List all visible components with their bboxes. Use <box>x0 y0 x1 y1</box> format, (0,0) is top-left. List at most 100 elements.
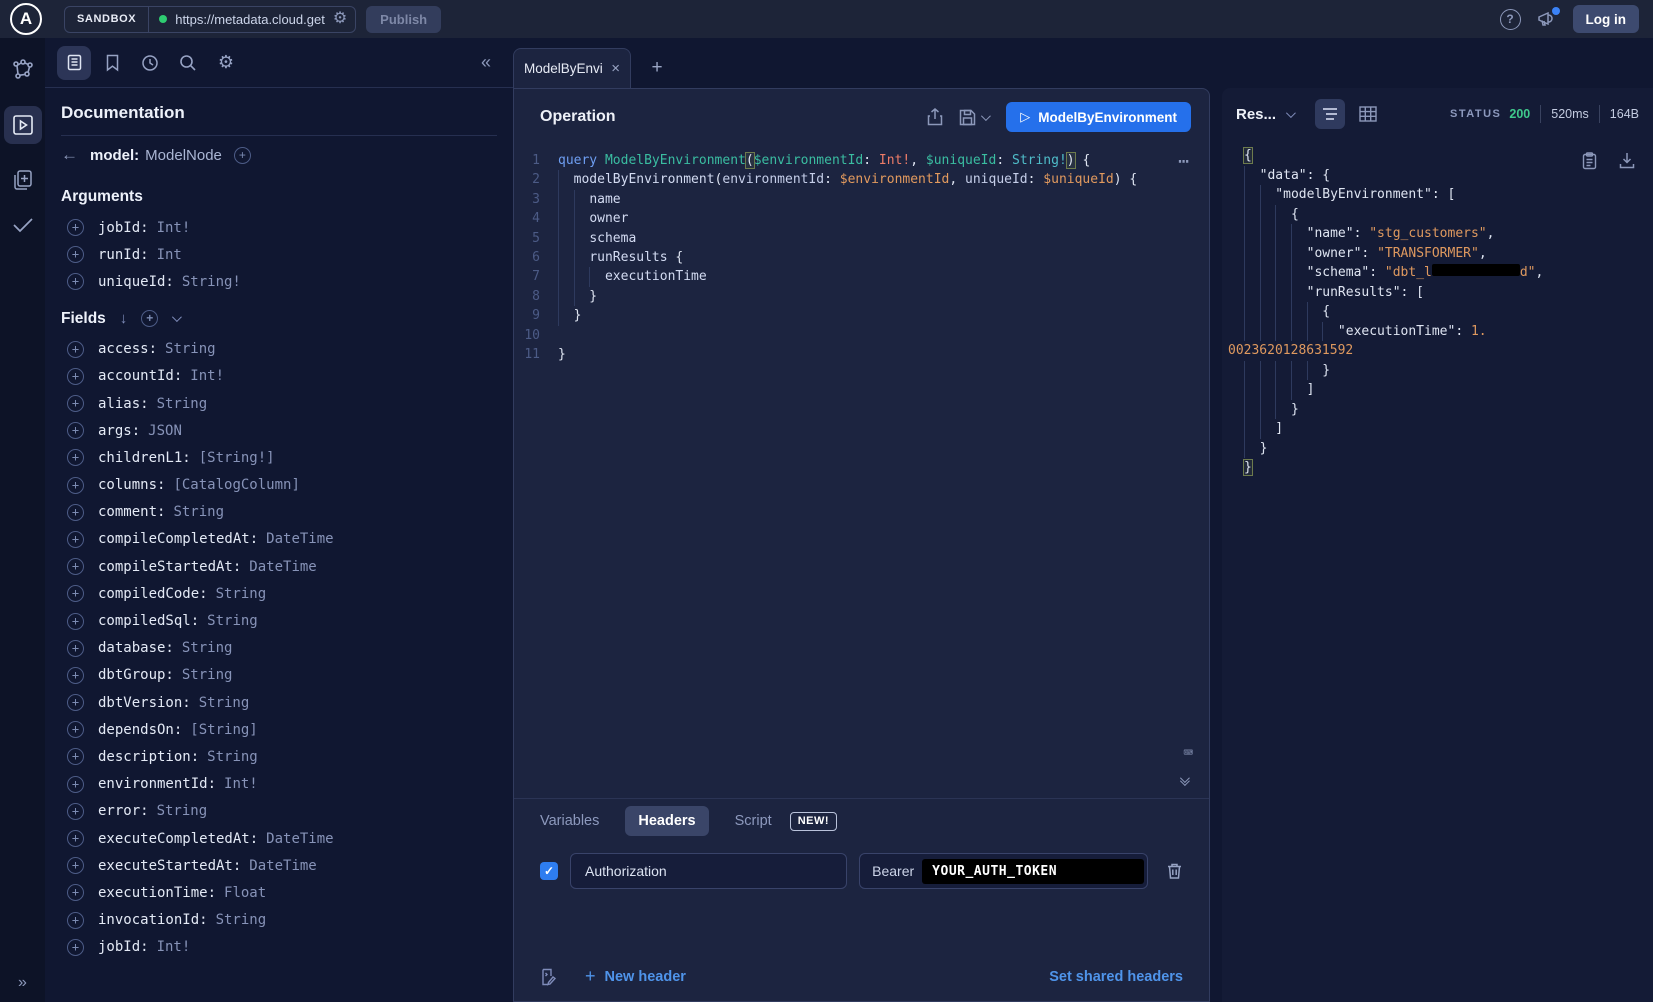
model-type-link[interactable]: ModelNode <box>145 147 222 164</box>
field-type[interactable]: JSON <box>148 423 182 439</box>
code-line[interactable]: 2 modelByEnvironment(environmentId: $env… <box>514 170 1209 189</box>
collapse-bottom-panel-icon[interactable] <box>1180 780 1187 786</box>
code-line[interactable]: 1query ModelByEnvironment($environmentId… <box>514 151 1209 170</box>
field-row[interactable]: +database:String <box>61 635 513 662</box>
announcements-megaphone-icon[interactable] <box>1537 10 1557 28</box>
field-type[interactable]: String <box>157 396 208 412</box>
add-field-icon[interactable]: + <box>67 939 84 956</box>
checklist-icon[interactable] <box>11 216 35 234</box>
code-line[interactable]: 5 schema <box>514 229 1209 248</box>
add-field-icon[interactable]: + <box>67 504 84 521</box>
raw-view-icon-selected[interactable] <box>1315 99 1345 129</box>
add-field-icon[interactable]: + <box>67 449 84 466</box>
header-key-input[interactable]: Authorization <box>570 853 847 889</box>
add-field-icon[interactable]: + <box>67 368 84 385</box>
delete-header-icon[interactable] <box>1166 862 1183 880</box>
keyboard-shortcuts-icon[interactable]: ⌨ <box>1183 743 1193 762</box>
explorer-tab-selected[interactable] <box>4 106 42 144</box>
field-row[interactable]: +error:String <box>61 798 513 825</box>
add-field-icon[interactable]: + <box>67 803 84 820</box>
code-line[interactable]: 4 owner <box>514 209 1209 228</box>
tab-script[interactable]: Script <box>735 813 772 829</box>
code-line[interactable]: 9 } <box>514 306 1209 325</box>
field-row[interactable]: +executionTime:Float <box>61 879 513 906</box>
response-dropdown-chevron-icon[interactable] <box>1286 111 1293 118</box>
add-field-icon[interactable]: + <box>67 422 84 439</box>
add-field-icon[interactable]: + <box>67 884 84 901</box>
add-field-icon[interactable]: + <box>67 531 84 548</box>
field-row[interactable]: +compileCompletedAt:DateTime <box>61 526 513 553</box>
field-row[interactable]: +childrenL1:[String!] <box>61 444 513 471</box>
add-field-icon[interactable]: + <box>67 748 84 765</box>
field-type[interactable]: Int <box>157 247 182 263</box>
sort-fields-icon[interactable]: ↓ <box>120 310 128 327</box>
field-row[interactable]: +compiledSql:String <box>61 607 513 634</box>
close-tab-icon[interactable]: × <box>611 60 620 77</box>
operation-tab[interactable]: ModelByEnvi... × <box>513 48 631 88</box>
field-row[interactable]: +alias:String <box>61 390 513 417</box>
add-field-icon[interactable]: + <box>67 477 84 494</box>
field-type[interactable]: String! <box>182 274 241 290</box>
endpoint-url-input[interactable]: https://metadata.cloud.get <box>175 12 325 27</box>
field-row[interactable]: +args:JSON <box>61 417 513 444</box>
add-field-icon[interactable]: + <box>67 585 84 602</box>
schema-graph-icon[interactable] <box>11 58 35 82</box>
bookmarks-icon[interactable] <box>95 46 129 80</box>
endpoint-settings-gear-icon[interactable]: ⚙ <box>333 11 347 27</box>
add-field-icon[interactable]: + <box>67 640 84 657</box>
field-row[interactable]: +executeStartedAt:DateTime <box>61 852 513 879</box>
documentation-tab-icon[interactable] <box>57 46 91 80</box>
field-type[interactable]: String <box>216 912 267 928</box>
field-type[interactable]: DateTime <box>249 858 316 874</box>
field-type[interactable]: String <box>173 504 224 520</box>
field-row[interactable]: +jobId:Int! <box>61 934 513 961</box>
add-field-icon[interactable]: + <box>67 912 84 929</box>
field-type[interactable]: String <box>182 667 233 683</box>
field-type[interactable]: DateTime <box>266 531 333 547</box>
add-model-icon[interactable]: + <box>234 147 251 164</box>
field-row[interactable]: +compiledCode:String <box>61 580 513 607</box>
field-type[interactable]: Int! <box>224 776 258 792</box>
add-field-icon[interactable]: + <box>67 246 84 263</box>
field-type[interactable]: Int! <box>190 368 224 384</box>
response-json-view[interactable]: { "data": { "modelByEnvironment": [ { "n… <box>1222 140 1653 1002</box>
field-row[interactable]: +columns:[CatalogColumn] <box>61 472 513 499</box>
save-options-chevron-icon[interactable] <box>981 111 991 121</box>
auth-token-value[interactable]: YOUR_AUTH_TOKEN <box>922 859 1144 884</box>
publish-button[interactable]: Publish <box>366 6 441 33</box>
help-icon[interactable]: ? <box>1500 9 1521 30</box>
field-row[interactable]: +jobId:Int! <box>61 214 513 241</box>
back-arrow-icon[interactable]: ← <box>61 145 78 165</box>
copy-response-icon[interactable] <box>1582 152 1597 170</box>
field-row[interactable]: +invocationId:String <box>61 907 513 934</box>
code-line[interactable]: 8 } <box>514 287 1209 306</box>
new-header-button[interactable]: + New header <box>585 966 686 987</box>
field-row[interactable]: +access:String <box>61 336 513 363</box>
settings-gear-icon[interactable]: ⚙ <box>209 46 243 80</box>
fields-options-chevron-icon[interactable] <box>172 315 179 322</box>
header-enabled-checkbox[interactable] <box>540 862 558 880</box>
add-field-icon[interactable]: + <box>67 694 84 711</box>
editor-overflow-menu-icon[interactable]: ⋯ <box>1178 151 1191 172</box>
history-icon[interactable] <box>133 46 167 80</box>
add-field-icon[interactable]: + <box>67 613 84 630</box>
expand-rail-icon[interactable]: » <box>0 974 45 992</box>
code-line[interactable]: 11} <box>514 345 1209 364</box>
field-type[interactable]: DateTime <box>249 559 316 575</box>
collapse-panel-icon[interactable]: « <box>481 52 491 73</box>
field-row[interactable]: +comment:String <box>61 499 513 526</box>
table-view-icon[interactable] <box>1353 99 1383 129</box>
download-response-icon[interactable] <box>1619 152 1635 170</box>
field-row[interactable]: +dbtVersion:String <box>61 689 513 716</box>
field-type[interactable]: DateTime <box>266 831 333 847</box>
field-type[interactable]: String <box>157 803 208 819</box>
search-icon[interactable] <box>171 46 205 80</box>
tab-variables[interactable]: Variables <box>540 813 599 829</box>
save-operation-icon[interactable] <box>959 109 988 126</box>
field-type[interactable]: Int! <box>157 220 191 236</box>
add-field-icon[interactable]: + <box>67 395 84 412</box>
field-type[interactable]: String <box>207 613 258 629</box>
code-line[interactable]: 10 <box>514 326 1209 345</box>
set-shared-headers-link[interactable]: Set shared headers <box>1049 969 1183 985</box>
share-operation-icon[interactable] <box>927 108 943 126</box>
